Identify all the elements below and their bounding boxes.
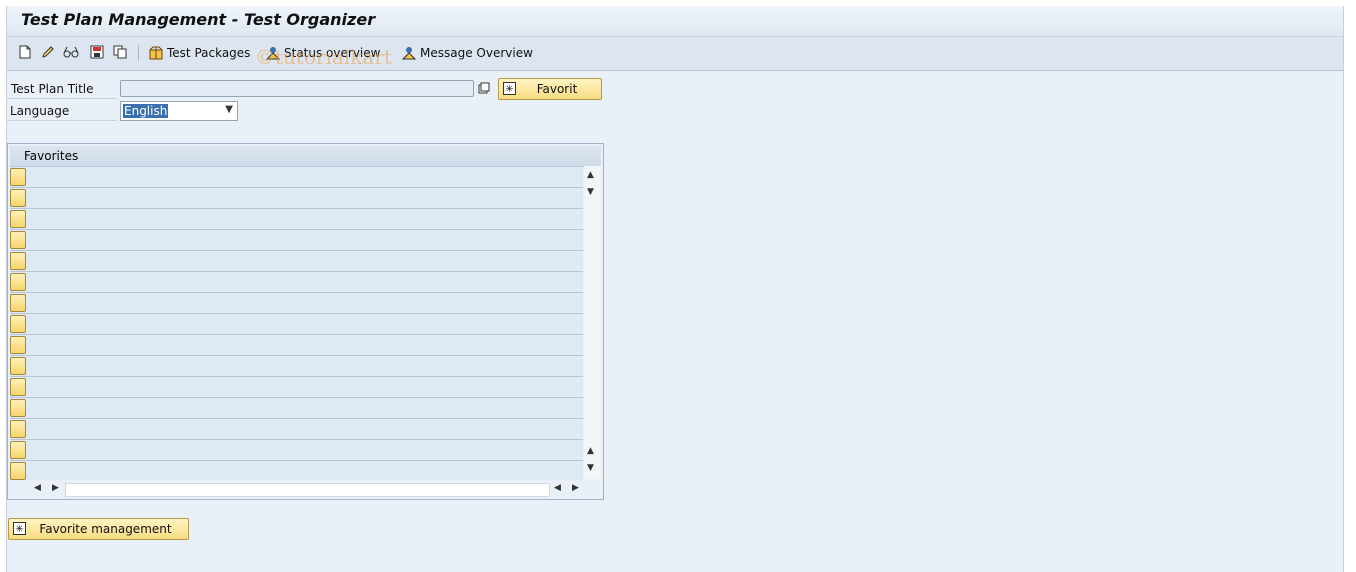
person-icon [265, 45, 281, 61]
scroll-left-icon[interactable]: ◀ [554, 483, 561, 493]
row-selector[interactable] [10, 441, 26, 459]
row-selector[interactable] [10, 420, 26, 438]
language-label: Language [10, 104, 70, 118]
table-row[interactable] [10, 440, 583, 461]
row-selector[interactable] [10, 462, 26, 480]
table-header: Favorites [10, 146, 601, 167]
favorites-header-label: Favorites [24, 149, 79, 163]
row-selector[interactable] [10, 210, 26, 228]
test-packages-label: Test Packages [167, 46, 251, 60]
toolbar-separator [138, 45, 139, 61]
row-selector[interactable] [10, 336, 26, 354]
test-plan-title-input[interactable] [120, 80, 474, 97]
test-packages-button[interactable]: Test Packages [148, 44, 250, 62]
scroll-up-icon[interactable]: ▲ [587, 446, 594, 456]
table-row[interactable] [10, 461, 583, 482]
vertical-scrollbar[interactable]: ▲ ▼ ▲ ▼ [584, 166, 601, 479]
scroll-right-icon[interactable]: ▶ [52, 483, 59, 493]
page-title: Test Plan Management - Test Organizer [21, 10, 376, 29]
table-row[interactable] [10, 335, 583, 356]
status-overview-button[interactable]: Status overview [265, 44, 380, 62]
label-underline [7, 120, 117, 121]
table-row[interactable] [10, 314, 583, 335]
message-overview-label: Message Overview [420, 46, 533, 60]
table-row[interactable] [10, 419, 583, 440]
main-window: Test Plan Management - Test Organizer Te… [6, 6, 1344, 572]
scroll-up-icon[interactable]: ▲ [587, 170, 594, 180]
save-icon[interactable] [89, 44, 105, 60]
value-help-icon[interactable] [477, 81, 491, 95]
favorite-star-icon: ✳ [13, 522, 26, 535]
row-selector[interactable] [10, 315, 26, 333]
table-row[interactable] [10, 188, 583, 209]
scroll-down-icon[interactable]: ▼ [587, 463, 594, 473]
table-row[interactable] [10, 293, 583, 314]
person-icon [401, 45, 417, 61]
row-selector[interactable] [10, 189, 26, 207]
row-selector[interactable] [10, 378, 26, 396]
scroll-right-icon[interactable]: ▶ [572, 483, 579, 493]
scrollbar-track[interactable] [65, 483, 550, 497]
favorite-star-icon: ✳ [503, 82, 516, 95]
table-row[interactable] [10, 272, 583, 293]
favorite-management-label: Favorite management [39, 522, 172, 536]
language-select[interactable]: English ▼ [120, 101, 238, 121]
language-value: English [123, 104, 169, 118]
status-overview-label: Status overview [284, 46, 381, 60]
row-selector[interactable] [10, 273, 26, 291]
message-overview-button[interactable]: Message Overview [401, 44, 533, 62]
favorite-management-button[interactable]: ✳ Favorite management [8, 518, 189, 540]
display-glasses-icon[interactable] [63, 44, 79, 60]
title-bar: Test Plan Management - Test Organizer [7, 6, 1343, 37]
scroll-left-icon[interactable]: ◀ [34, 483, 41, 493]
table-row[interactable] [10, 398, 583, 419]
favorites-table: Favorites ▲ ▼ ▲ ▼ ◀ ▶ ◀ ▶ [7, 143, 604, 500]
row-selector[interactable] [10, 231, 26, 249]
row-selector[interactable] [10, 168, 26, 186]
scroll-down-icon[interactable]: ▼ [587, 187, 594, 197]
row-selector[interactable] [10, 399, 26, 417]
row-selector[interactable] [10, 294, 26, 312]
new-document-icon[interactable] [17, 44, 33, 60]
edit-pencil-icon[interactable] [40, 44, 56, 60]
table-row[interactable] [10, 167, 583, 188]
horizontal-scrollbar[interactable]: ◀ ▶ ◀ ▶ [10, 480, 601, 498]
favorit-button[interactable]: ✳ Favorit [498, 78, 602, 100]
chevron-down-icon: ▼ [225, 104, 233, 115]
table-row[interactable] [10, 377, 583, 398]
table-row[interactable] [10, 230, 583, 251]
row-selector[interactable] [10, 357, 26, 375]
application-toolbar: Test Packages Status overview Message Ov… [7, 37, 1343, 71]
copy-icon[interactable] [112, 44, 128, 60]
table-row[interactable] [10, 356, 583, 377]
table-row[interactable] [10, 251, 583, 272]
label-underline [7, 98, 117, 99]
test-plan-title-label: Test Plan Title [11, 82, 94, 96]
row-selector[interactable] [10, 252, 26, 270]
package-icon [148, 45, 164, 61]
table-row[interactable] [10, 209, 583, 230]
